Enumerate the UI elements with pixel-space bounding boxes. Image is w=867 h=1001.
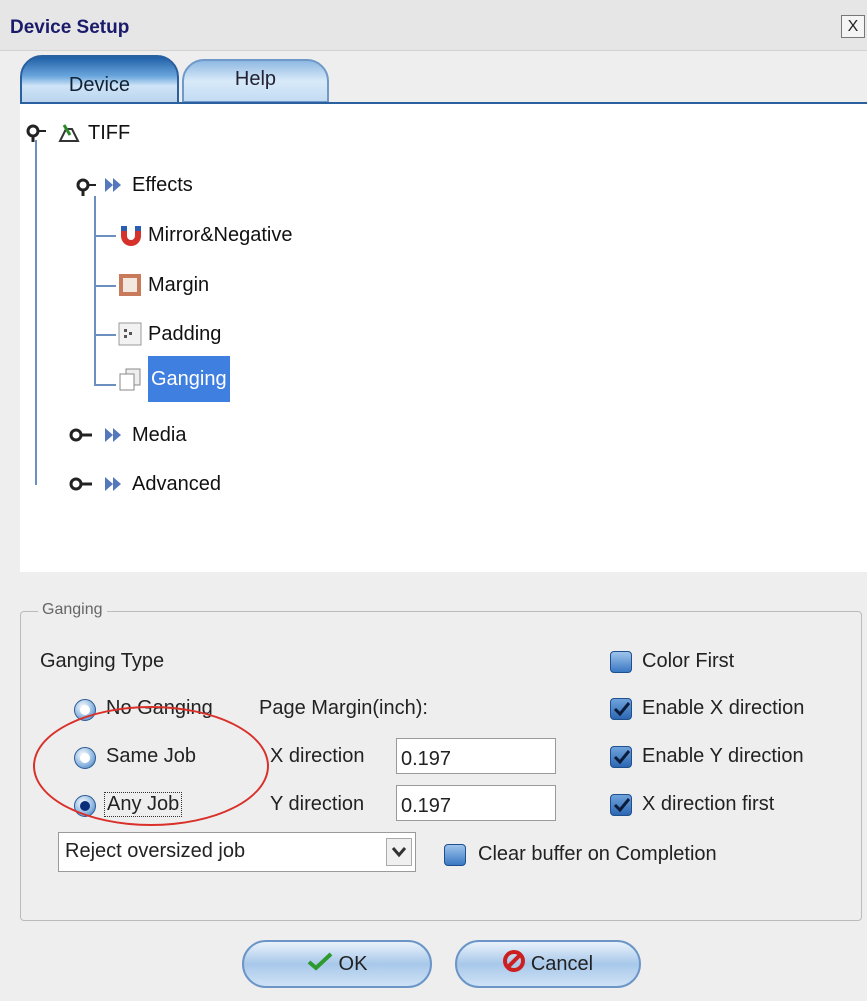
tab-device[interactable]: Device xyxy=(20,55,179,107)
tree-node-label: Effects xyxy=(132,173,193,196)
enable-y-checkbox[interactable] xyxy=(610,746,632,768)
margin-icon xyxy=(118,273,142,297)
double-arrow-icon xyxy=(102,423,126,447)
y-direction-input[interactable]: 0.197 xyxy=(396,785,556,821)
padding-icon xyxy=(118,322,142,346)
cancel-button[interactable]: Cancel xyxy=(455,940,641,988)
x-first-checkbox[interactable] xyxy=(610,794,632,816)
tree-node-label: Mirror&Negative xyxy=(148,223,293,246)
radio-dot xyxy=(80,705,90,715)
magnet-icon xyxy=(118,223,142,247)
enable-x-checkbox[interactable] xyxy=(610,698,632,720)
tree-node-label: Padding xyxy=(148,322,222,345)
tree-line xyxy=(94,285,116,287)
tree-line xyxy=(94,334,116,336)
enable-x-label[interactable]: Enable X direction xyxy=(642,697,804,720)
color-first-checkbox[interactable] xyxy=(610,651,632,673)
tree-node-mirror-negative[interactable]: Mirror&Negative xyxy=(118,218,292,252)
title-bar: Device Setup X xyxy=(0,0,867,51)
oversize-select[interactable]: Reject oversized job xyxy=(58,832,416,872)
collapse-toggle-icon[interactable] xyxy=(68,426,92,444)
tab-device-label: Device xyxy=(68,74,131,96)
tree-node-label: TIFF xyxy=(88,121,131,144)
checkmark-icon xyxy=(307,951,333,977)
window-title: Device Setup xyxy=(10,17,130,38)
clear-buffer-label[interactable]: Clear buffer on Completion xyxy=(478,843,717,866)
tree-line xyxy=(94,196,96,386)
tree-node-padding[interactable]: Padding xyxy=(118,317,221,351)
tree-node-label: Advanced xyxy=(132,472,221,495)
cancel-button-label: Cancel xyxy=(530,952,594,975)
tree-node-label: Media xyxy=(132,423,187,446)
tree-node-margin[interactable]: Margin xyxy=(118,268,209,302)
printer-icon xyxy=(58,121,82,145)
tree-node-label: Ganging xyxy=(148,356,230,402)
tree-node-effects[interactable]: Effects xyxy=(102,168,193,202)
tab-help[interactable]: Help xyxy=(182,59,329,103)
tree-line xyxy=(94,235,116,237)
double-arrow-icon xyxy=(102,173,126,197)
ganging-type-label: Ganging Type xyxy=(40,650,165,672)
collapse-toggle-icon[interactable] xyxy=(68,475,92,493)
tree-node-label: Margin xyxy=(148,273,210,296)
y-direction-label: Y direction xyxy=(270,793,365,815)
ganging-icon xyxy=(118,367,142,391)
tree-node-ganging[interactable]: Ganging xyxy=(118,356,230,402)
oversize-select-value: Reject oversized job xyxy=(65,840,246,862)
close-button[interactable]: X xyxy=(841,15,865,38)
x-direction-input[interactable]: 0.197 xyxy=(396,738,556,774)
clear-buffer-checkbox[interactable] xyxy=(444,844,466,866)
cancel-icon xyxy=(502,950,525,978)
expand-toggle-icon[interactable] xyxy=(26,124,46,142)
x-direction-label: X direction xyxy=(270,745,365,767)
chevron-down-icon[interactable] xyxy=(386,838,412,866)
color-first-label[interactable]: Color First xyxy=(642,650,734,673)
ok-button[interactable]: OK xyxy=(242,940,432,988)
tree-line xyxy=(35,140,37,485)
x-first-label[interactable]: X direction first xyxy=(642,793,774,816)
device-tree: TIFF Effects Mirror&Negative Margin Padd… xyxy=(20,102,867,572)
tree-line xyxy=(94,384,116,386)
expand-toggle-icon[interactable] xyxy=(76,178,96,196)
double-arrow-icon xyxy=(102,472,126,496)
tree-node-advanced[interactable]: Advanced xyxy=(102,467,221,501)
annotation-ellipse xyxy=(33,706,269,826)
page-margin-label: Page Margin(inch): xyxy=(259,697,428,719)
enable-y-label[interactable]: Enable Y direction xyxy=(642,745,804,768)
tree-node-tiff[interactable]: TIFF xyxy=(58,116,130,150)
tree-node-media[interactable]: Media xyxy=(102,418,186,452)
ganging-group-legend: Ganging xyxy=(38,601,107,619)
ok-button-label: OK xyxy=(338,952,368,975)
tab-help-label: Help xyxy=(234,68,277,90)
